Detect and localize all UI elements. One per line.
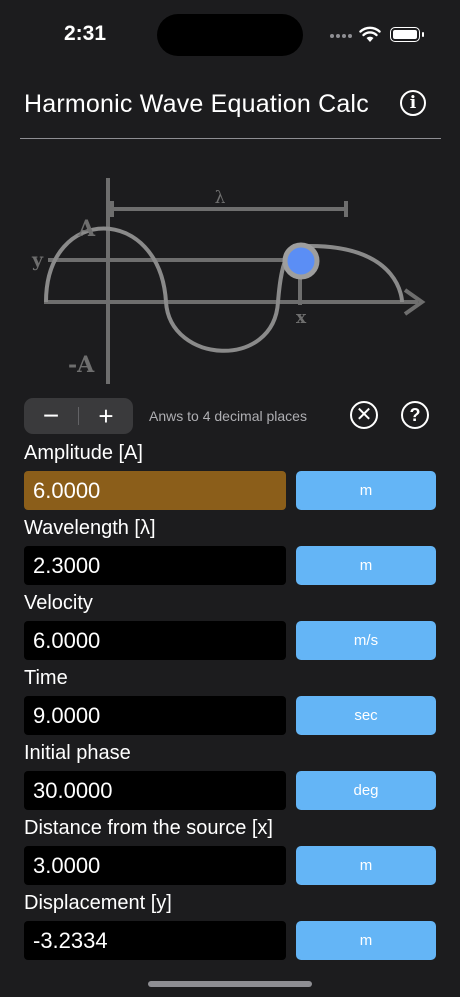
- amplitude-input[interactable]: 6.0000: [24, 471, 286, 510]
- field-label: Time: [24, 667, 68, 689]
- field-wavelength: Wavelength [λ] 2.3000 m: [0, 517, 460, 592]
- status-bar: 2:31: [0, 0, 460, 70]
- header: Harmonic Wave Equation Calc i: [0, 80, 460, 138]
- diagram-neg-amplitude-label: -A: [68, 352, 95, 378]
- velocity-input[interactable]: 6.0000: [24, 621, 286, 660]
- decimal-stepper[interactable]: − +: [24, 398, 133, 434]
- wifi-icon: [359, 26, 381, 42]
- displacement-input[interactable]: -3.2334: [24, 921, 286, 960]
- diagram-x-label: x: [296, 308, 307, 328]
- time-unit-button[interactable]: sec: [296, 696, 436, 735]
- initial-phase-input[interactable]: 30.0000: [24, 771, 286, 810]
- diagram-lambda-label: λ: [215, 188, 226, 208]
- field-label: Wavelength [λ]: [24, 517, 156, 539]
- diagram-amplitude-label: A: [77, 216, 96, 242]
- field-label: Amplitude [A]: [24, 442, 143, 464]
- wavelength-input[interactable]: 2.3000: [24, 546, 286, 585]
- field-velocity: Velocity 6.0000 m/s: [0, 592, 460, 667]
- distance-input[interactable]: 3.0000: [24, 846, 286, 885]
- decimal-places-label: Anws to 4 decimal places: [149, 408, 307, 424]
- help-circle-icon: ?: [409, 405, 421, 425]
- status-time: 2:31: [64, 22, 107, 45]
- field-amplitude: Amplitude [A] 6.0000 m: [0, 442, 460, 517]
- page-title: Harmonic Wave Equation Calc: [24, 90, 369, 118]
- wave-diagram: λ A -A y x: [31, 178, 426, 384]
- decimal-decrease-button[interactable]: −: [24, 398, 78, 434]
- field-initial-phase: Initial phase 30.0000 deg: [0, 742, 460, 817]
- header-divider: [20, 138, 441, 139]
- field-distance: Distance from the source [x] 3.0000 m: [0, 817, 460, 892]
- field-time: Time 9.0000 sec: [0, 667, 460, 742]
- diagram-y-label: y: [31, 249, 44, 271]
- dynamic-island: [157, 14, 303, 56]
- field-label: Initial phase: [24, 742, 131, 764]
- help-button[interactable]: ?: [401, 401, 429, 429]
- time-input[interactable]: 9.0000: [24, 696, 286, 735]
- clear-button[interactable]: ✕: [350, 401, 378, 429]
- displacement-unit-button[interactable]: m: [296, 921, 436, 960]
- info-icon: i: [409, 93, 417, 113]
- amplitude-unit-button[interactable]: m: [296, 471, 436, 510]
- field-displacement: Displacement [y] -3.2334 m: [0, 892, 460, 967]
- cellular-signal-icon: [330, 34, 354, 40]
- decimal-increase-button[interactable]: +: [79, 398, 133, 434]
- initial-phase-unit-button[interactable]: deg: [296, 771, 436, 810]
- field-label: Distance from the source [x]: [24, 817, 273, 839]
- info-button[interactable]: i: [400, 90, 426, 116]
- clear-circle-icon: ✕: [355, 404, 373, 426]
- diagram-wave: [44, 226, 404, 353]
- diagram-point: [282, 242, 320, 280]
- home-indicator: [148, 981, 312, 987]
- distance-unit-button[interactable]: m: [296, 846, 436, 885]
- field-label: Displacement [y]: [24, 892, 172, 914]
- field-label: Velocity: [24, 592, 93, 614]
- velocity-unit-button[interactable]: m/s: [296, 621, 436, 660]
- wavelength-unit-button[interactable]: m: [296, 546, 436, 585]
- toolbar: − + Anws to 4 decimal places ✕ ?: [0, 396, 460, 438]
- battery-icon: [390, 27, 424, 42]
